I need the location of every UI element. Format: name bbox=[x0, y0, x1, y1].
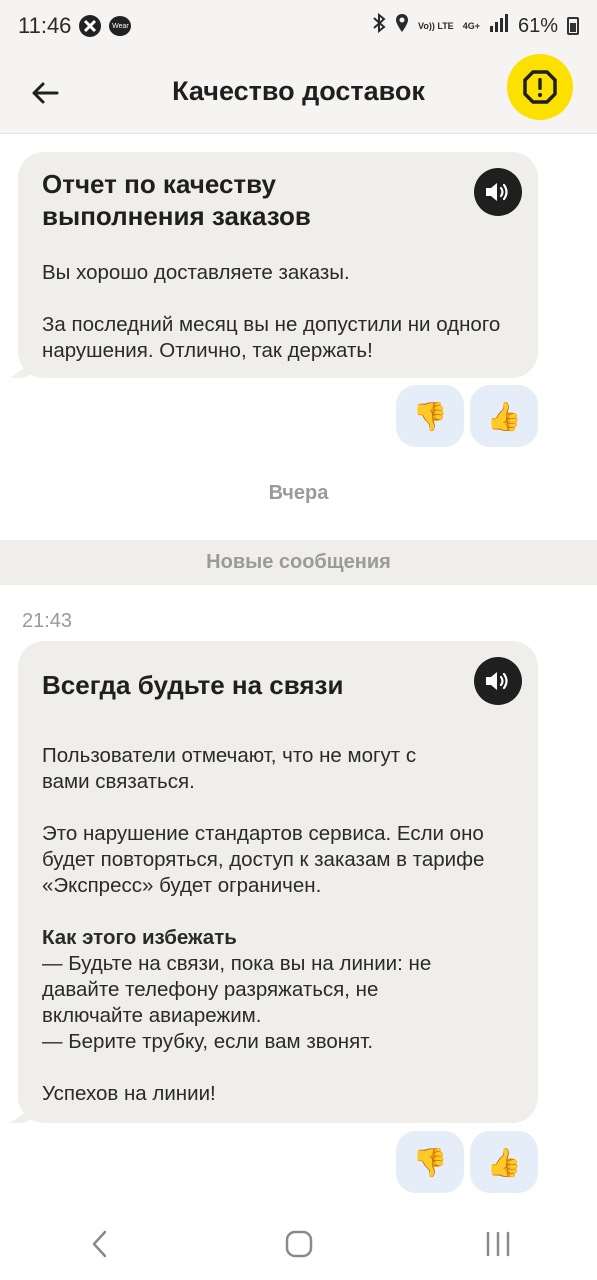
date-separator: Вчера bbox=[268, 482, 329, 504]
recents-icon bbox=[486, 1231, 509, 1257]
message-paragraph: Это нарушение стандартов сервиса. Если о… bbox=[42, 822, 485, 897]
system-navigation-bar bbox=[0, 1208, 597, 1280]
thumbs-up-icon: 👍 bbox=[486, 400, 522, 432]
message-bubble: Отчет по качеству выполнения заказов Вы … bbox=[18, 152, 538, 378]
status-bar: 11:46 Wear Vo)) LTE 4G+ 61% bbox=[0, 0, 597, 52]
tips-list: — Будьте на связи, пока вы на линии: не … bbox=[42, 952, 432, 1053]
location-icon bbox=[395, 13, 409, 39]
like-button[interactable]: 👍 bbox=[470, 1131, 538, 1193]
chevron-left-icon bbox=[92, 1230, 106, 1258]
message-paragraph: Вы хорошо доставляете заказы. bbox=[42, 261, 350, 284]
message-time: 21:43 bbox=[22, 610, 73, 632]
warning-octagon-icon bbox=[523, 70, 557, 104]
signal-icon bbox=[489, 14, 509, 38]
nav-home-button[interactable] bbox=[269, 1219, 329, 1269]
message-title: Всегда будьте на связи bbox=[42, 670, 344, 700]
like-button[interactable]: 👍 bbox=[470, 385, 538, 447]
message-title: Отчет по качеству выполнения заказов bbox=[42, 169, 311, 231]
message-paragraph: Пользователи отмечают, что не могут с ва… bbox=[42, 744, 417, 793]
bluetooth-icon bbox=[372, 12, 386, 39]
home-icon bbox=[285, 1230, 312, 1258]
nav-back-button[interactable] bbox=[70, 1219, 130, 1269]
thumbs-up-icon: 👍 bbox=[486, 1146, 522, 1178]
thumbs-down-icon: 👎 bbox=[412, 400, 448, 432]
play-audio-button[interactable] bbox=[474, 168, 522, 216]
report-problem-button[interactable] bbox=[507, 54, 573, 120]
notification-app-icon bbox=[79, 15, 102, 37]
volte-indicator: Vo)) LTE bbox=[418, 20, 454, 31]
battery-icon bbox=[567, 17, 579, 35]
nav-recents-button[interactable] bbox=[468, 1219, 528, 1269]
play-audio-button[interactable] bbox=[474, 657, 522, 705]
network-type: 4G+ bbox=[462, 20, 480, 31]
message-bubble: Всегда будьте на связи Пользователи отме… bbox=[18, 641, 538, 1123]
thumbs-down-icon: 👎 bbox=[412, 1146, 448, 1178]
message-paragraph: За последний месяц вы не допустили ни од… bbox=[42, 313, 501, 362]
new-messages-label: Новые сообщения bbox=[206, 551, 391, 573]
speaker-icon bbox=[486, 672, 508, 690]
new-messages-divider: Новые сообщения bbox=[0, 540, 597, 585]
dislike-button[interactable]: 👎 bbox=[396, 1131, 464, 1193]
dislike-button[interactable]: 👎 bbox=[396, 385, 464, 447]
reaction-bar: 👎 👍 bbox=[396, 385, 538, 447]
battery-percent: 61% bbox=[517, 14, 558, 37]
reaction-bar: 👎 👍 bbox=[396, 1131, 538, 1193]
closing-text: Успехов на линии! bbox=[42, 1082, 216, 1105]
app-header: Качество доставок bbox=[0, 52, 597, 134]
speaker-icon bbox=[486, 183, 508, 201]
tips-heading: Как этого избежать bbox=[42, 926, 237, 949]
status-time: 11:46 bbox=[18, 13, 72, 38]
wear-icon: Wear bbox=[109, 16, 132, 36]
